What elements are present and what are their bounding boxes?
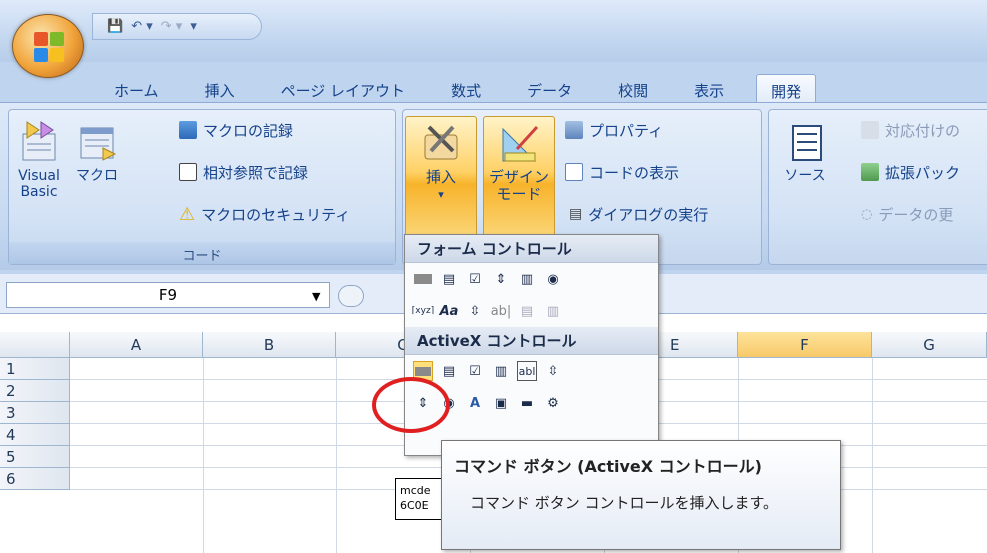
tab-review[interactable]: 校閲 xyxy=(604,74,662,104)
relative-reference-button[interactable]: 相対参照で記録 xyxy=(179,158,308,186)
form-option-button-icon[interactable]: ◉ xyxy=(543,269,563,289)
run-dialog-button[interactable]: ▤ ダイアログの実行 xyxy=(569,200,708,228)
redo-icon[interactable]: ↷ ▾ xyxy=(161,19,183,34)
row-header-3[interactable]: 3 xyxy=(0,402,70,424)
macros-button[interactable]: マクロ xyxy=(71,120,123,184)
select-all-corner[interactable] xyxy=(0,332,70,358)
activex-list-box-icon[interactable]: ▥ xyxy=(491,361,511,381)
properties-button[interactable]: プロパティ xyxy=(565,116,663,144)
column-header-g[interactable]: G xyxy=(872,332,987,358)
column-header-f[interactable]: F xyxy=(738,332,872,358)
form-list-box-icon[interactable]: ▥ xyxy=(517,269,537,289)
macro-security-button[interactable]: ⚠ マクロのセキュリティ xyxy=(179,200,350,228)
map-properties-button[interactable]: 対応付けの xyxy=(861,116,960,144)
save-icon[interactable]: 💾 xyxy=(107,19,123,34)
expansion-packs-button[interactable]: 拡張パック xyxy=(861,158,960,186)
highlight-circle-annotation xyxy=(372,377,450,433)
activex-toggle-button-icon[interactable]: ▬ xyxy=(517,393,537,413)
code-group: Visual Basic マクロ マクロの記録 相対参照で記録 ⚠ マクロのセキ… xyxy=(8,109,396,265)
activex-text-box-icon[interactable]: abl xyxy=(517,361,537,381)
refresh-data-icon: ◌ xyxy=(861,206,873,222)
tab-data[interactable]: データ xyxy=(513,74,586,104)
name-box-dropdown-icon[interactable]: ▼ xyxy=(312,290,320,303)
form-combo-box-icon[interactable]: ▤ xyxy=(439,269,459,289)
source-button[interactable]: ソース xyxy=(779,120,831,184)
visual-basic-button[interactable]: Visual Basic xyxy=(13,120,65,200)
toolbox-icon xyxy=(424,125,458,160)
view-code-button[interactable]: コードの表示 xyxy=(565,158,679,186)
tab-insert[interactable]: 挿入 xyxy=(191,74,249,104)
row-header-6[interactable]: 6 xyxy=(0,468,70,490)
cell-text-fragment: mcde 6C0E xyxy=(395,478,445,520)
map-properties-icon xyxy=(861,121,879,139)
row-header-2[interactable]: 2 xyxy=(0,380,70,402)
form-text-field-icon[interactable]: ab| xyxy=(491,301,512,321)
run-dialog-icon: ▤ xyxy=(569,206,583,222)
refresh-data-button[interactable]: ◌ データの更 xyxy=(861,200,953,228)
grid-line xyxy=(336,358,337,553)
form-spin-button-icon[interactable]: ⇕ xyxy=(491,269,511,289)
form-controls-row-2: ⌈xyz⌉ Aa ⇳ ab| ▤ ▥ xyxy=(405,295,658,327)
properties-icon xyxy=(565,121,583,139)
record-macro-button[interactable]: マクロの記録 xyxy=(179,116,293,144)
ribbon-tabs: ホーム 挿入 ページ レイアウト 数式 データ 校閲 表示 開発 xyxy=(100,74,817,104)
tab-formulas[interactable]: 数式 xyxy=(437,74,495,104)
form-checkbox-icon[interactable]: ☑ xyxy=(465,269,485,289)
view-code-icon xyxy=(565,163,583,181)
insert-controls-gallery: フォーム コントロール ▤ ☑ ⇕ ▥ ◉ ⌈xyz⌉ Aa ⇳ ab| ▤ ▥… xyxy=(404,234,659,456)
grid-line xyxy=(872,358,873,553)
row-header-4[interactable]: 4 xyxy=(0,424,70,446)
name-box[interactable]: F9 xyxy=(6,282,330,308)
tab-page-layout[interactable]: ページ レイアウト xyxy=(267,74,419,104)
tab-developer[interactable]: 開発 xyxy=(756,74,817,104)
design-mode-icon xyxy=(502,125,539,162)
insert-control-button[interactable]: 挿入 ▾ xyxy=(405,116,477,240)
xml-group: ソース 対応付けの 拡張パック ◌ データの更 xyxy=(768,109,987,265)
activex-controls-row-1: ▤ ☑ ▥ abl ⇳ xyxy=(405,355,658,387)
form-controls-row-1: ▤ ☑ ⇕ ▥ ◉ xyxy=(405,263,658,295)
macros-icon xyxy=(80,127,117,161)
office-button[interactable] xyxy=(12,14,84,78)
form-combo-list-icon[interactable]: ▤ xyxy=(517,301,537,321)
visual-basic-icon xyxy=(22,121,56,161)
warning-icon: ⚠ xyxy=(179,203,196,225)
command-button-tooltip: コマンド ボタン (ActiveX コントロール) コマンド ボタン コントロー… xyxy=(441,440,841,550)
column-header-a[interactable]: A xyxy=(70,332,203,358)
column-header-b[interactable]: B xyxy=(203,332,336,358)
grid-line xyxy=(203,358,204,553)
undo-icon[interactable]: ↶ ▾ xyxy=(131,19,153,34)
form-group-box-icon[interactable]: ⌈xyz⌉ xyxy=(412,301,434,321)
form-controls-header: フォーム コントロール xyxy=(405,235,658,263)
activex-image-icon[interactable]: ▣ xyxy=(491,393,511,413)
activex-label-icon[interactable]: A xyxy=(465,393,485,413)
activex-scroll-bar-icon[interactable]: ⇳ xyxy=(543,361,563,381)
tab-view[interactable]: 表示 xyxy=(680,74,738,104)
tooltip-title: コマンド ボタン (ActiveX コントロール) xyxy=(454,457,762,476)
code-group-label: コード xyxy=(9,242,395,264)
row-header-1[interactable]: 1 xyxy=(0,358,70,380)
quick-access-toolbar: 💾 ↶ ▾ ↷ ▾ ▾ xyxy=(92,13,262,40)
activex-combo-box-icon[interactable]: ▤ xyxy=(439,361,459,381)
activex-more-controls-icon[interactable]: ⚙ xyxy=(543,393,563,413)
form-button-icon[interactable] xyxy=(413,269,433,289)
form-scroll-bar-icon[interactable]: ⇳ xyxy=(465,301,485,321)
record-macro-icon xyxy=(179,121,197,139)
office-logo-icon xyxy=(34,32,64,62)
activex-checkbox-icon[interactable]: ☑ xyxy=(465,361,485,381)
relative-reference-icon xyxy=(179,163,197,181)
customize-qat-icon[interactable]: ▾ xyxy=(190,19,197,34)
form-label-icon[interactable]: Aa xyxy=(439,301,459,321)
formula-circle-button[interactable] xyxy=(338,285,364,307)
design-mode-button[interactable]: デザイン モード xyxy=(483,116,555,240)
form-combo-dropdown-icon[interactable]: ▥ xyxy=(543,301,563,321)
activex-controls-header: ActiveX コントロール xyxy=(405,327,658,355)
expansion-packs-icon xyxy=(861,163,879,181)
tab-home[interactable]: ホーム xyxy=(100,74,173,104)
row-header-5[interactable]: 5 xyxy=(0,446,70,468)
xml-source-icon xyxy=(792,125,822,161)
tooltip-body: コマンド ボタン コントロールを挿入します。 xyxy=(470,494,779,512)
